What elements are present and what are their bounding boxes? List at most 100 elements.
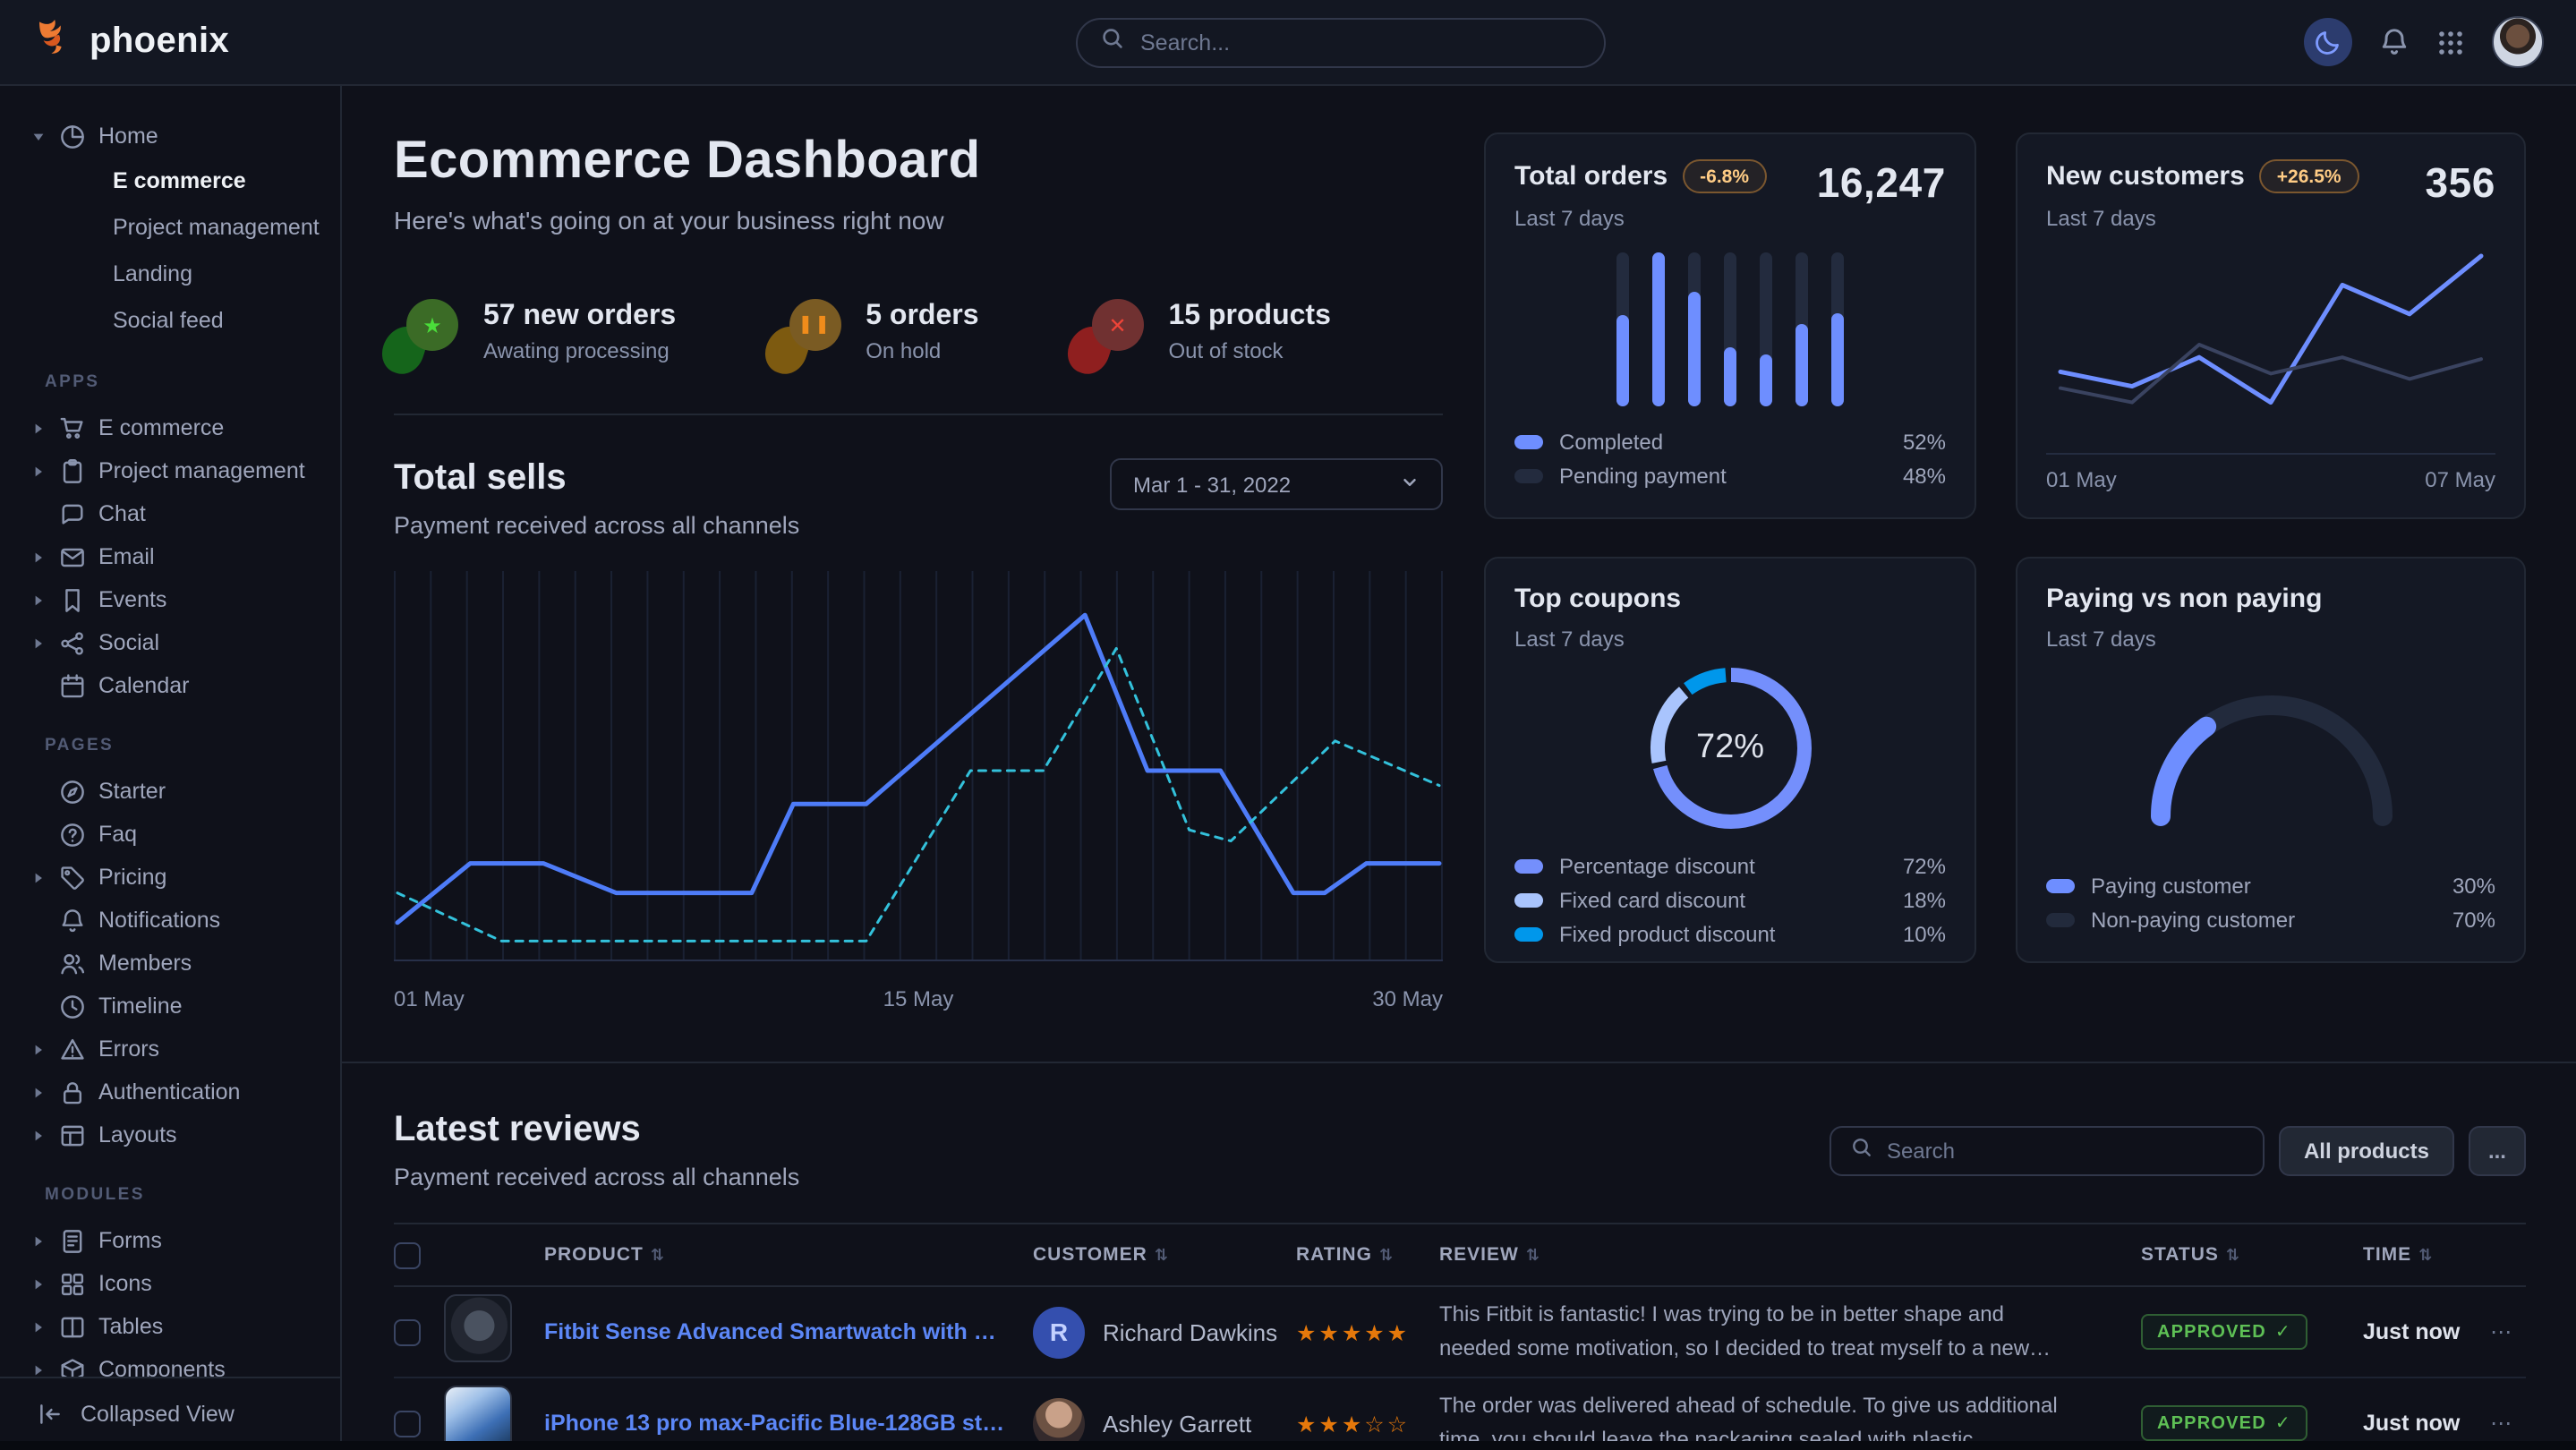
product-link[interactable]: Fitbit Sense Advanced Smartwatch with To… xyxy=(544,1319,1033,1344)
sidebar-item-components[interactable]: Components xyxy=(0,1348,340,1377)
apps-grid-button[interactable] xyxy=(2436,28,2465,56)
legend-value: 52% xyxy=(1903,429,1946,454)
reviews-table-header: PRODUCT⇅CUSTOMER⇅RATING⇅REVIEW⇅STATUS⇅TI… xyxy=(394,1223,2526,1287)
sidebar-item-e-commerce[interactable]: E commerce xyxy=(0,158,340,204)
legend-swatch xyxy=(1514,434,1543,448)
sidebar-item-label: Faq xyxy=(98,822,137,847)
legend-swatch xyxy=(2046,912,2075,926)
paying-gauge xyxy=(2128,677,2414,840)
sidebar-item-errors[interactable]: Errors xyxy=(0,1028,340,1070)
order-bar xyxy=(1724,252,1736,406)
product-thumbnail[interactable] xyxy=(444,1293,512,1361)
reviews-search[interactable] xyxy=(1830,1125,2265,1175)
pie-chart-icon xyxy=(59,123,86,149)
theme-toggle-button[interactable] xyxy=(2304,18,2352,66)
row-menu-button[interactable]: ⋯ xyxy=(2490,1411,2526,1436)
date-range-select[interactable]: Mar 1 - 31, 2022 xyxy=(1110,458,1443,510)
sidebar-group-home[interactable]: Home xyxy=(0,115,340,158)
review-time: Just now xyxy=(2363,1411,2490,1436)
bookmark-icon xyxy=(59,586,86,613)
sidebar-item-project-management[interactable]: Project management xyxy=(0,449,340,492)
main-content: Ecommerce Dashboard Here's what's going … xyxy=(342,86,2576,1450)
dashboard-left-column: Ecommerce Dashboard Here's what's going … xyxy=(394,132,1443,1011)
notifications-button[interactable] xyxy=(2379,27,2410,57)
column-header-review[interactable]: REVIEW⇅ xyxy=(1439,1244,2141,1266)
reviews-search-input[interactable] xyxy=(1887,1138,2243,1163)
row-menu-button[interactable]: ⋯ xyxy=(2490,1319,2526,1344)
legend-label: Pending payment xyxy=(1559,463,1727,488)
select-all-checkbox[interactable] xyxy=(394,1241,421,1268)
total-sells-x-labels: 01 May15 May30 May xyxy=(394,986,1443,1011)
paying-legend: Paying customer30%Non-paying customer70% xyxy=(2046,868,2495,936)
calendar-icon xyxy=(59,672,86,699)
sort-icon: ⇅ xyxy=(2226,1245,2240,1265)
product-link[interactable]: iPhone 13 pro max-Pacific Blue-128GB sto… xyxy=(544,1411,1033,1436)
sidebar-item-pricing[interactable]: Pricing xyxy=(0,856,340,899)
total-sells-chart-svg xyxy=(394,571,1443,961)
date-range-value: Mar 1 - 31, 2022 xyxy=(1133,472,1291,497)
bell-icon xyxy=(2379,27,2410,57)
legend-label: Fixed product discount xyxy=(1559,921,1775,946)
tag-icon xyxy=(59,864,86,891)
column-header-time[interactable]: TIME⇅ xyxy=(2363,1244,2490,1266)
sidebar-item-notifications[interactable]: Notifications xyxy=(0,899,340,942)
sidebar-item-members[interactable]: Members xyxy=(0,942,340,985)
brand[interactable]: phoenix xyxy=(32,15,229,69)
sidebar-item-chat[interactable]: Chat xyxy=(0,492,340,535)
all-products-button[interactable]: All products xyxy=(2279,1125,2454,1175)
sidebar-item-tables[interactable]: Tables xyxy=(0,1305,340,1348)
sidebar: HomeE commerceProject managementLandingS… xyxy=(0,86,342,1450)
sidebar-item-e-commerce[interactable]: E commerce xyxy=(0,406,340,449)
global-search[interactable] xyxy=(1076,18,1606,68)
status-label: APPROVED xyxy=(2157,1414,2266,1434)
sidebar-item-authentication[interactable]: Authentication xyxy=(0,1070,340,1113)
sidebar-item-label: Calendar xyxy=(98,673,189,698)
sidebar-item-social-feed[interactable]: Social feed xyxy=(0,297,340,344)
row-checkbox[interactable] xyxy=(394,1318,421,1345)
sidebar-item-timeline[interactable]: Timeline xyxy=(0,985,340,1028)
page-title: Ecommerce Dashboard xyxy=(394,132,1443,192)
chevron-down-icon xyxy=(1400,472,1420,497)
column-header-status[interactable]: STATUS⇅ xyxy=(2141,1244,2363,1266)
column-header-rating[interactable]: RATING⇅ xyxy=(1296,1244,1439,1266)
sidebar-item-events[interactable]: Events xyxy=(0,578,340,621)
legend-item: Paying customer30% xyxy=(2046,868,2495,902)
sidebar-item-faq[interactable]: Faq xyxy=(0,813,340,856)
total-orders-badge: -6.8% xyxy=(1682,159,1767,193)
search-input[interactable] xyxy=(1140,30,1581,55)
sidebar-item-project-management[interactable]: Project management xyxy=(0,204,340,251)
reviews-controls: All products ... xyxy=(1830,1125,2526,1175)
sidebar-item-email[interactable]: Email xyxy=(0,535,340,578)
moon-icon xyxy=(2315,29,2341,55)
new-customers-title: New customers xyxy=(2046,161,2245,192)
new-customers-period: Last 7 days xyxy=(2046,206,2359,231)
column-header-customer[interactable]: CUSTOMER⇅ xyxy=(1033,1244,1296,1266)
sidebar-item-landing[interactable]: Landing xyxy=(0,251,340,297)
order-bar xyxy=(1652,252,1665,406)
legend-item: Completed52% xyxy=(1514,424,1946,458)
top-coupons-legend: Percentage discount72%Fixed card discoun… xyxy=(1514,849,1946,951)
sidebar-item-label: Social xyxy=(98,630,159,655)
total-orders-legend: Completed52%Pending payment48% xyxy=(1514,424,1946,492)
column-header-product[interactable]: PRODUCT⇅ xyxy=(544,1244,1033,1266)
collapsed-view-toggle[interactable]: Collapsed View xyxy=(0,1377,340,1450)
sidebar-item-calendar[interactable]: Calendar xyxy=(0,664,340,707)
envelope-icon xyxy=(59,543,86,570)
legend-item: Percentage discount72% xyxy=(1514,849,1946,883)
sidebar-item-starter[interactable]: Starter xyxy=(0,770,340,813)
compass-icon xyxy=(59,778,86,805)
sort-icon: ⇅ xyxy=(651,1245,665,1265)
row-checkbox[interactable] xyxy=(394,1410,421,1437)
more-options-button[interactable]: ... xyxy=(2469,1125,2526,1175)
x-axis-label: 01 May xyxy=(394,986,465,1011)
top-navbar: phoenix xyxy=(0,0,2576,86)
sidebar-item-social[interactable]: Social xyxy=(0,621,340,664)
top-coupons-card: Top coupons Last 7 days 72% Percentage d… xyxy=(1484,557,1976,963)
sidebar-item-layouts[interactable]: Layouts xyxy=(0,1113,340,1156)
paying-card: Paying vs non paying Last 7 days Paying … xyxy=(2016,557,2526,963)
x-axis-label: 30 May xyxy=(1372,986,1443,1011)
review-row: Fitbit Sense Advanced Smartwatch with To… xyxy=(394,1287,2526,1378)
sidebar-item-forms[interactable]: Forms xyxy=(0,1219,340,1262)
sidebar-item-icons[interactable]: Icons xyxy=(0,1262,340,1305)
user-avatar[interactable] xyxy=(2492,16,2544,68)
